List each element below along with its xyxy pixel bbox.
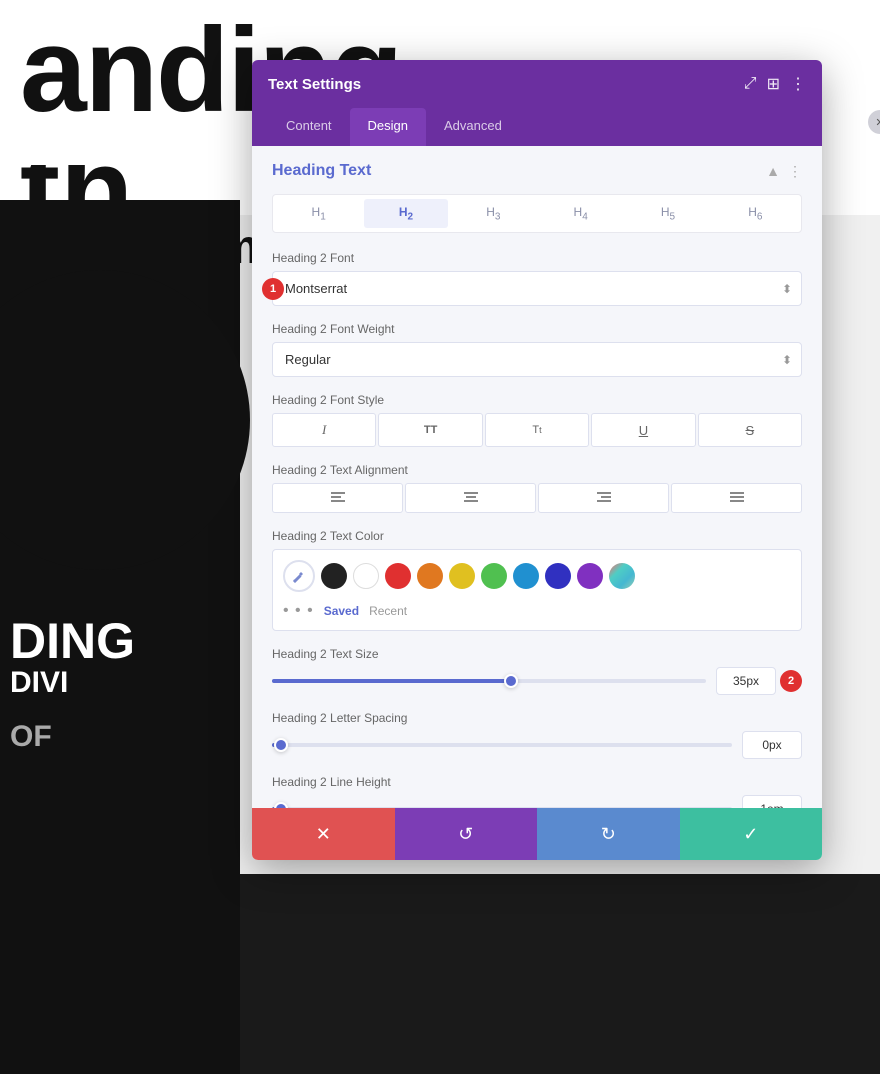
line-height-thumb[interactable] <box>274 802 288 808</box>
bg-bottom-text-area: DING DIVI OF <box>10 616 135 754</box>
text-size-slider-row: 2 <box>272 667 802 695</box>
more-options-icon[interactable]: ⋮ <box>790 74 806 94</box>
heading-tab-h1[interactable]: H1 <box>277 199 360 228</box>
align-right-button[interactable] <box>538 483 669 513</box>
text-size-track[interactable] <box>272 679 706 683</box>
color-purple[interactable] <box>577 563 603 589</box>
align-center-button[interactable] <box>405 483 536 513</box>
letter-spacing-label: Heading 2 Letter Spacing <box>272 711 802 725</box>
color-recent-tab[interactable]: Recent <box>369 604 407 618</box>
undo-button[interactable]: ↺ <box>395 808 538 860</box>
strikethrough-button[interactable]: S <box>698 413 802 447</box>
letter-spacing-input[interactable] <box>742 731 802 759</box>
tab-content[interactable]: Content <box>268 108 350 146</box>
font-field: Heading 2 Font 1 Montserrat ⬍ <box>272 251 802 306</box>
line-height-track[interactable] <box>272 807 732 808</box>
font-weight-select-wrapper: Regular Bold Light ⬍ <box>272 342 802 377</box>
letter-spacing-track[interactable] <box>272 743 732 747</box>
color-red[interactable] <box>385 563 411 589</box>
align-left-button[interactable] <box>272 483 403 513</box>
color-green[interactable] <box>481 563 507 589</box>
font-weight-field: Heading 2 Font Weight Regular Bold Light… <box>272 322 802 377</box>
panel-tabs: Content Design Advanced <box>252 108 822 146</box>
heading-tab-h2[interactable]: H2 <box>364 199 447 228</box>
align-justify-button[interactable] <box>671 483 802 513</box>
font-weight-label: Heading 2 Font Weight <box>272 322 802 336</box>
font-style-buttons: I TT Tt U S <box>272 413 802 447</box>
section-header: Heading Text ▲ ⋮ <box>272 162 802 180</box>
collapse-icon[interactable]: ▲ <box>766 163 780 179</box>
uppercase-button[interactable]: TT <box>378 413 482 447</box>
capitalize-button[interactable]: Tt <box>485 413 589 447</box>
panel-header: Text Settings ⤢ ⊞ ⋮ <box>252 60 822 108</box>
line-height-label: Heading 2 Line Height <box>272 775 802 789</box>
save-button[interactable]: ✓ <box>680 808 823 860</box>
heading-tab-h6[interactable]: H6 <box>714 199 797 228</box>
alignment-buttons <box>272 483 802 513</box>
tab-advanced[interactable]: Advanced <box>426 108 520 146</box>
line-height-slider-row <box>272 795 802 808</box>
text-size-field: Heading 2 Text Size 2 <box>272 647 802 695</box>
color-yellow[interactable] <box>449 563 475 589</box>
text-size-badge: 2 <box>780 670 802 692</box>
color-gradient-swatch[interactable] <box>609 563 635 589</box>
section-title: Heading Text <box>272 162 371 180</box>
color-more-dots[interactable]: • • • <box>283 602 314 620</box>
text-settings-panel: Text Settings ⤢ ⊞ ⋮ Content Design Advan… <box>252 60 822 860</box>
text-color-field: Heading 2 Text Color <box>272 529 802 631</box>
font-weight-select[interactable]: Regular Bold Light <box>272 342 802 377</box>
font-select[interactable]: Montserrat <box>272 271 802 306</box>
color-dark-blue[interactable] <box>545 563 571 589</box>
panel-content: Heading Text ▲ ⋮ H1 H2 H3 H4 H5 H6 Headi… <box>252 146 822 808</box>
letter-spacing-field: Heading 2 Letter Spacing <box>272 711 802 759</box>
panel-header-icons: ⤢ ⊞ ⋮ <box>744 74 806 94</box>
text-size-label: Heading 2 Text Size <box>272 647 802 661</box>
text-size-thumb[interactable] <box>504 674 518 688</box>
font-label: Heading 2 Font <box>272 251 802 265</box>
tab-design[interactable]: Design <box>350 108 426 146</box>
panel-title: Text Settings <box>268 76 361 93</box>
font-badge: 1 <box>262 278 284 300</box>
font-style-label: Heading 2 Font Style <box>272 393 802 407</box>
section-more-icon[interactable]: ⋮ <box>788 163 802 180</box>
underline-button[interactable]: U <box>591 413 695 447</box>
line-height-input[interactable] <box>742 795 802 808</box>
color-black[interactable] <box>321 563 347 589</box>
letter-spacing-slider-row <box>272 731 802 759</box>
fullscreen-icon[interactable]: ⤢ <box>744 75 757 93</box>
heading-tabs: H1 H2 H3 H4 H5 H6 <box>272 194 802 233</box>
text-color-label: Heading 2 Text Color <box>272 529 802 543</box>
color-footer: • • • Saved Recent <box>283 602 791 620</box>
color-blue[interactable] <box>513 563 539 589</box>
letter-spacing-thumb[interactable] <box>274 738 288 752</box>
redo-button[interactable]: ↻ <box>537 808 680 860</box>
section-controls: ▲ ⋮ <box>766 163 802 180</box>
panel-actions: ✕ ↺ ↻ ✓ <box>252 808 822 860</box>
heading-tab-h3[interactable]: H3 <box>452 199 535 228</box>
cancel-button[interactable]: ✕ <box>252 808 395 860</box>
color-orange[interactable] <box>417 563 443 589</box>
text-alignment-label: Heading 2 Text Alignment <box>272 463 802 477</box>
heading-tab-h4[interactable]: H4 <box>539 199 622 228</box>
grid-icon[interactable]: ⊞ <box>767 74 780 94</box>
text-alignment-field: Heading 2 Text Alignment <box>272 463 802 513</box>
text-size-input[interactable] <box>716 667 776 695</box>
heading-tab-h5[interactable]: H5 <box>626 199 709 228</box>
italic-button[interactable]: I <box>272 413 376 447</box>
color-picker: • • • Saved Recent <box>272 549 802 631</box>
text-size-fill <box>272 679 511 683</box>
font-style-field: Heading 2 Font Style I TT Tt U S <box>272 393 802 447</box>
eyedropper-button[interactable] <box>283 560 315 592</box>
font-select-wrapper: 1 Montserrat ⬍ <box>272 271 802 306</box>
line-height-field: Heading 2 Line Height <box>272 775 802 808</box>
text-size-input-group: 2 <box>716 667 802 695</box>
color-saved-tab[interactable]: Saved <box>324 604 359 618</box>
color-white[interactable] <box>353 563 379 589</box>
